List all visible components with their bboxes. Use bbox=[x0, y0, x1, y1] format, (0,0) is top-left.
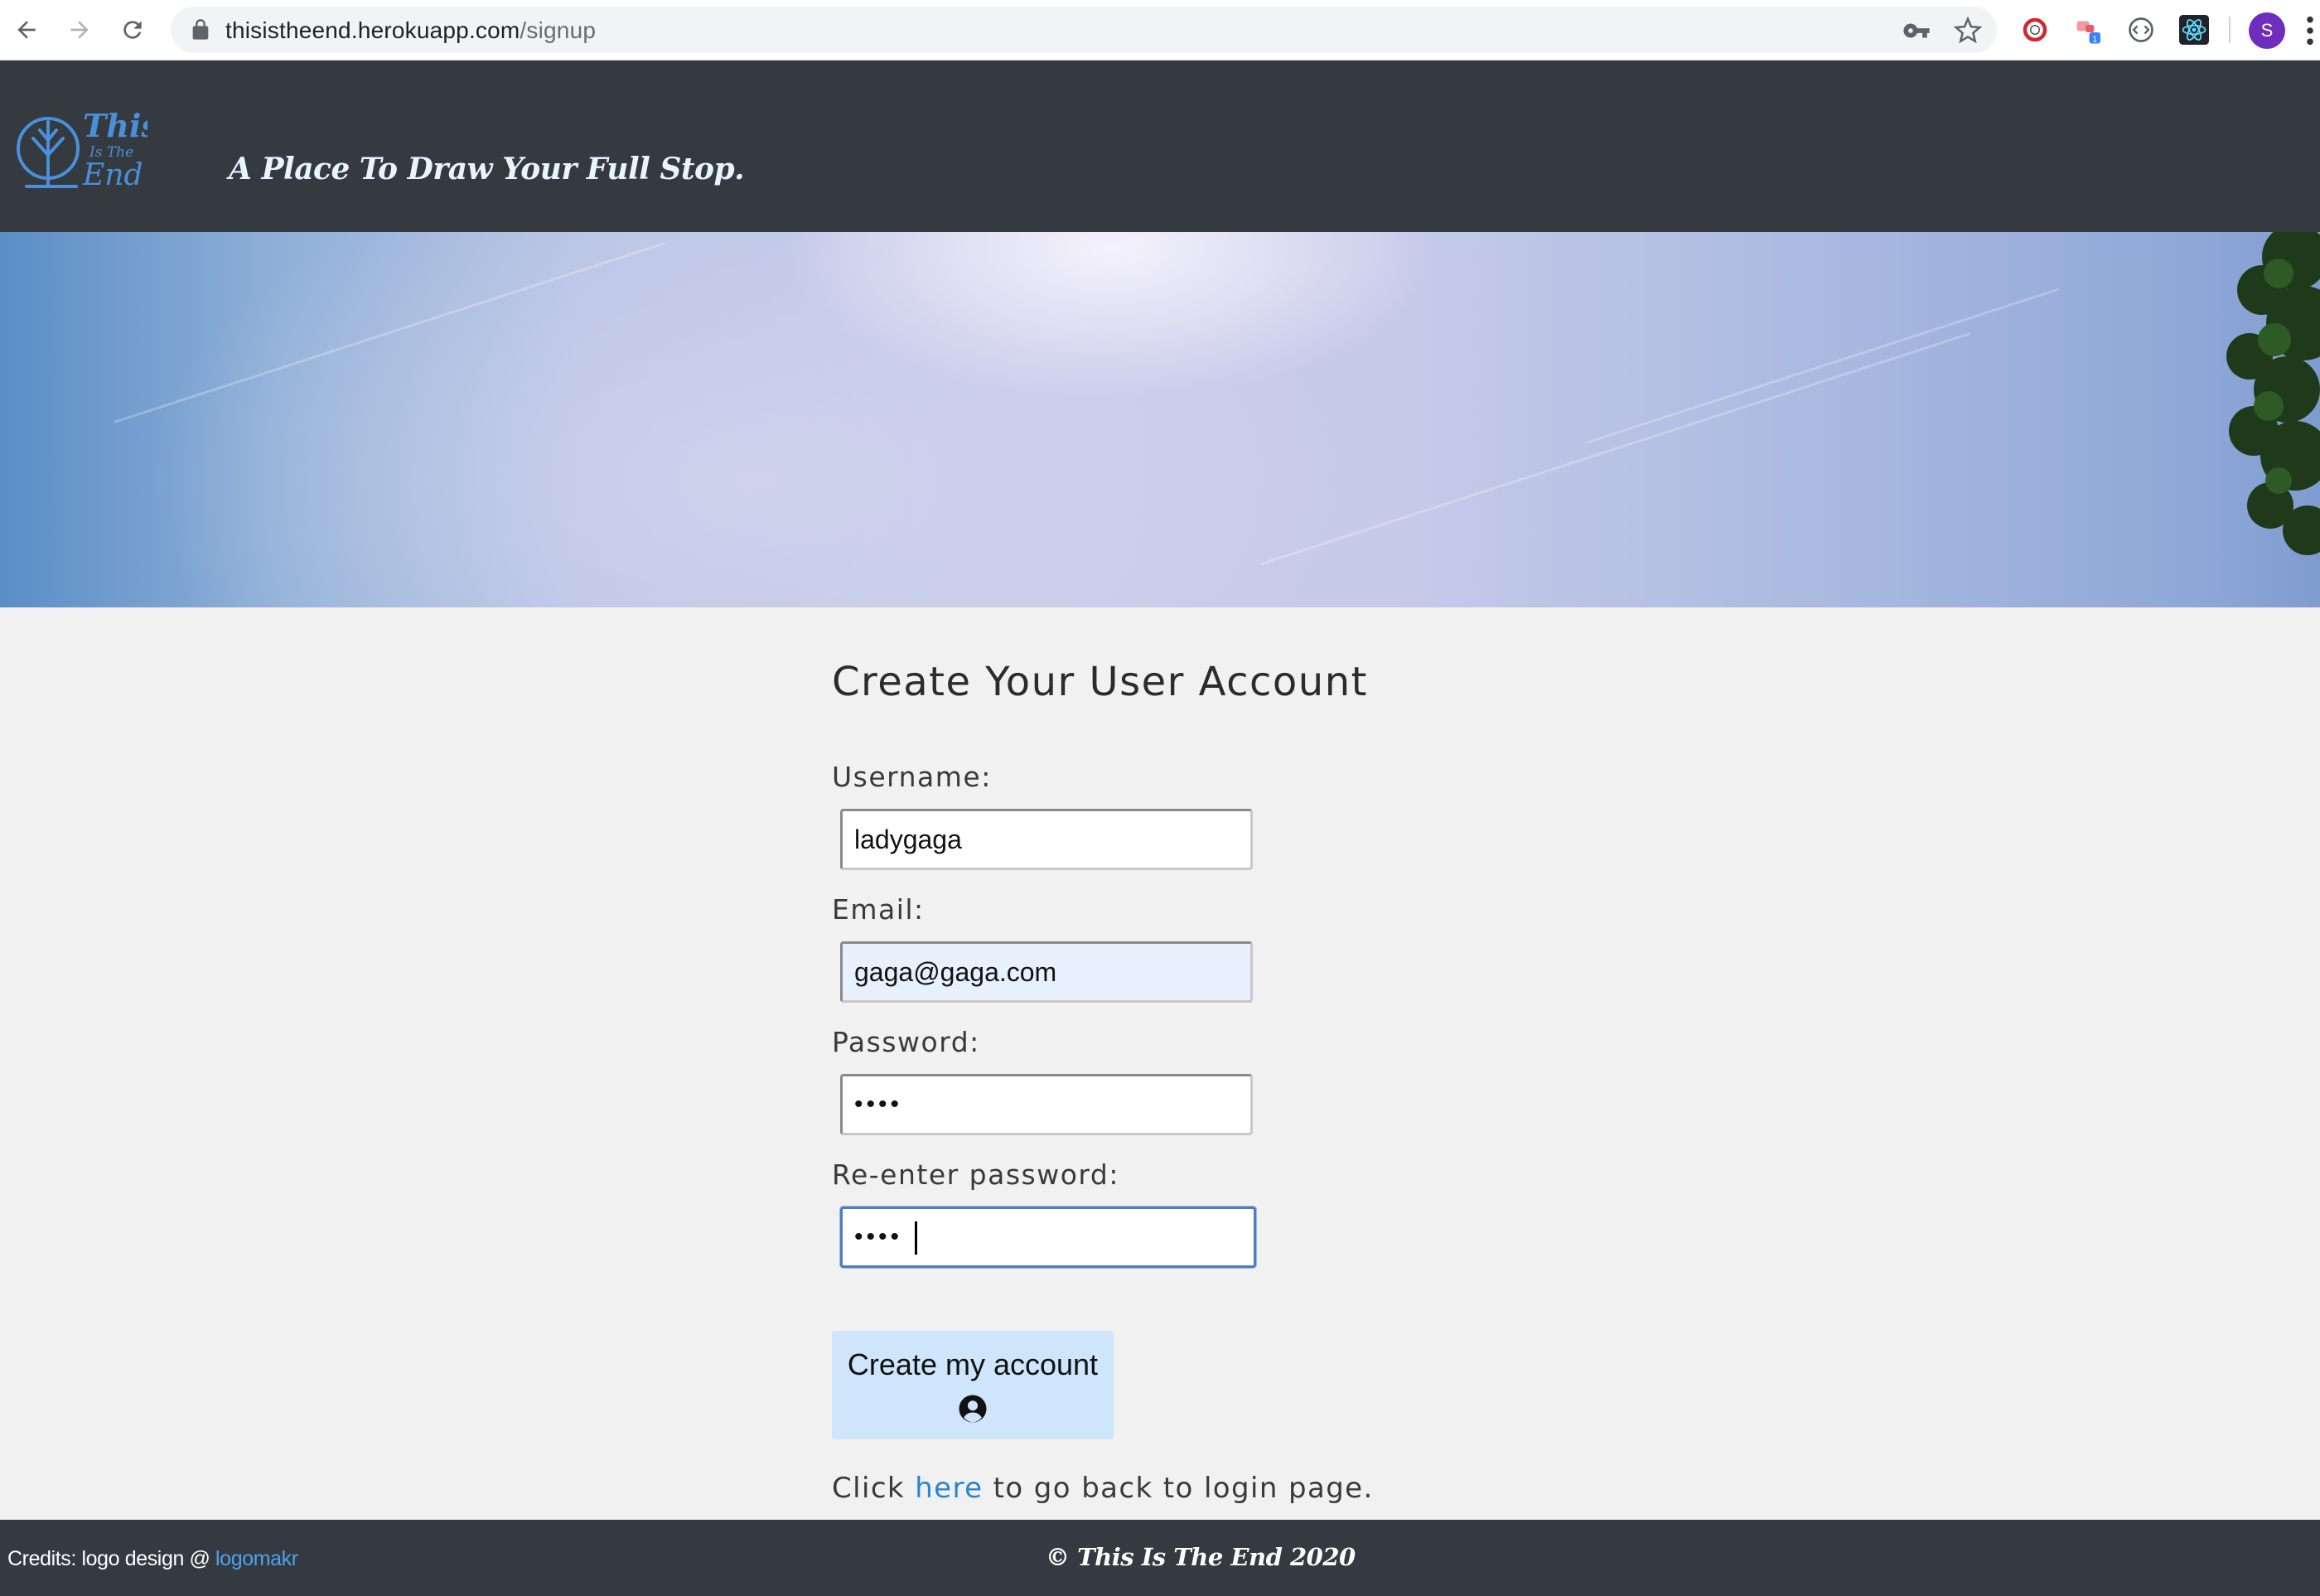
cloud-streak bbox=[1586, 288, 2060, 444]
password-confirm-label: Re-enter password: bbox=[832, 1158, 1119, 1191]
credits-text: Credits: logo design @ logomakr bbox=[7, 1547, 298, 1571]
back-to-login-link[interactable]: here bbox=[915, 1472, 983, 1505]
address-bar[interactable]: thisistheend.herokuapp.com/signup bbox=[171, 7, 1997, 53]
kebab-menu-icon[interactable] bbox=[2303, 15, 2317, 46]
logo[interactable]: This Is The End bbox=[15, 105, 147, 205]
username-input[interactable] bbox=[840, 809, 1253, 870]
cloud-streak bbox=[113, 241, 666, 424]
site-footer: Credits: logo design @ logomakr © This I… bbox=[0, 1520, 2320, 1596]
back-prefix: Click bbox=[832, 1472, 916, 1505]
email-label: Email: bbox=[832, 893, 925, 926]
user-circle-icon bbox=[959, 1395, 987, 1422]
page-title: Create Your User Account bbox=[832, 659, 1368, 705]
extension-badge: 1 bbox=[2092, 34, 2097, 44]
password-label: Password: bbox=[832, 1026, 980, 1058]
toolbar-separator bbox=[2229, 17, 2231, 43]
password-input[interactable] bbox=[840, 1074, 1253, 1135]
lock-icon[interactable] bbox=[189, 18, 212, 41]
logo-text-end: End bbox=[82, 158, 143, 192]
hero-sky-image bbox=[0, 232, 2320, 607]
create-account-label: Create my account bbox=[847, 1347, 1099, 1381]
tagline: A Place To Draw Your Full Stop. bbox=[229, 152, 745, 186]
forward-arrow-icon[interactable] bbox=[61, 12, 98, 48]
email-input[interactable] bbox=[840, 941, 1253, 1003]
tree-icon bbox=[17, 117, 80, 188]
cloud-streak bbox=[1260, 332, 1971, 565]
username-label: Username: bbox=[832, 761, 992, 793]
text-caret bbox=[915, 1221, 917, 1255]
create-account-button[interactable]: Create my account bbox=[832, 1331, 1114, 1439]
tree-foliage-image bbox=[2226, 232, 2320, 555]
back-suffix: to go back to login page. bbox=[983, 1472, 1374, 1505]
react-devtools-icon[interactable] bbox=[2177, 13, 2211, 46]
extension-opera-icon[interactable] bbox=[2018, 13, 2052, 46]
profile-avatar[interactable]: S bbox=[2249, 12, 2285, 49]
extension-puzzle-icon[interactable]: 1 bbox=[2071, 13, 2105, 46]
back-to-login-text: Click here to go back to login page. bbox=[832, 1472, 1374, 1505]
key-icon[interactable] bbox=[1902, 17, 1931, 45]
url-text[interactable]: thisistheend.herokuapp.com/signup bbox=[225, 17, 596, 44]
reload-icon[interactable] bbox=[114, 12, 151, 48]
site-header: This Is The End A Place To Draw Your Ful… bbox=[0, 60, 2320, 232]
browser-toolbar: thisistheend.herokuapp.com/signup 1 S bbox=[0, 0, 2320, 60]
star-bookmark-icon[interactable] bbox=[1954, 17, 1982, 45]
password-confirm-input[interactable] bbox=[840, 1207, 1256, 1268]
extension-code-icon[interactable] bbox=[2124, 13, 2158, 46]
credits-prefix: Credits: logo design @ bbox=[7, 1547, 216, 1570]
url-path: /signup bbox=[520, 17, 597, 43]
logomakr-link[interactable]: logomakr bbox=[215, 1547, 298, 1570]
url-host: thisistheend.herokuapp.com bbox=[225, 17, 520, 43]
logo-text-this: This bbox=[83, 107, 147, 144]
back-arrow-icon[interactable] bbox=[8, 12, 45, 48]
copyright-text: © This Is The End 2020 bbox=[1046, 1543, 1356, 1571]
